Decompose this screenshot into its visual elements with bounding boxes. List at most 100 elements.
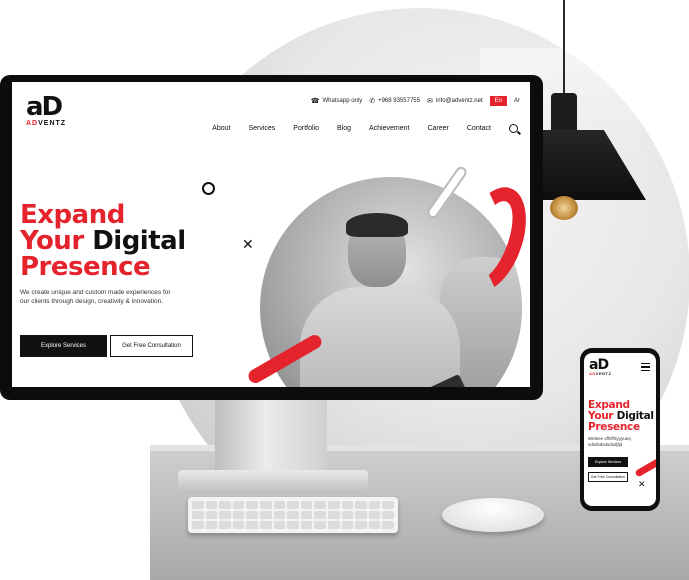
key xyxy=(355,501,367,509)
logo-wordmark: ADVENTZ xyxy=(26,120,66,127)
key xyxy=(368,521,381,529)
whatsapp-icon: ☎ xyxy=(310,98,320,105)
key xyxy=(341,501,354,509)
lamp-bulb xyxy=(550,196,578,220)
menu-icon[interactable] xyxy=(641,363,650,373)
headline-line3: Presence xyxy=(20,252,151,282)
key xyxy=(219,501,231,509)
nav-item-achievement[interactable]: Achievement xyxy=(369,125,409,132)
mobile-brand-logo[interactable]: aD ADVENTZ xyxy=(589,357,611,376)
mobile-hero-headline: Expand Your Digital Presence xyxy=(588,400,654,433)
key xyxy=(219,521,231,529)
key xyxy=(382,501,394,509)
contact-topbar: ☎ Whatsapp only ✆ +968 93557755 ✉ info@a… xyxy=(311,96,520,106)
mobile-logo-word-prefix: AD xyxy=(589,371,596,376)
person-hair xyxy=(346,213,408,237)
key xyxy=(368,511,381,519)
explore-services-button[interactable]: Explore Services xyxy=(20,335,107,357)
monitor-stand xyxy=(215,400,327,478)
nav-item-blog[interactable]: Blog xyxy=(337,125,351,132)
key xyxy=(192,521,204,529)
nav-item-services[interactable]: Services xyxy=(248,125,275,132)
whatsapp-link[interactable]: ☎ Whatsapp only xyxy=(311,97,362,105)
email-link[interactable]: ✉ info@adventz.net xyxy=(427,97,483,105)
lamp-cord xyxy=(563,0,565,95)
desktop-screen: aD ADVENTZ ☎ Whatsapp only ✆ +968 935577… xyxy=(12,82,530,387)
key xyxy=(232,511,245,519)
lang-en-button[interactable]: En xyxy=(489,96,507,106)
keyboard xyxy=(188,497,398,533)
key xyxy=(300,521,313,529)
mobile-logo-word-suffix: VENTZ xyxy=(595,371,612,376)
hero-person xyxy=(300,213,475,387)
mouse xyxy=(442,498,544,532)
mobile-logo-mark: aD xyxy=(589,357,609,373)
key xyxy=(219,511,231,519)
logo-word-suffix: VENTZ xyxy=(38,120,67,127)
key xyxy=(355,521,367,529)
free-consultation-button[interactable]: Get Free Consultation xyxy=(110,335,193,357)
lamp-neck xyxy=(551,93,577,133)
key xyxy=(273,521,286,529)
logo-mark: aD xyxy=(26,92,63,122)
key xyxy=(300,511,313,519)
main-nav: About Services Portfolio Blog Achievemen… xyxy=(212,124,518,133)
mobile-logo-wordmark: ADVENTZ xyxy=(589,371,611,376)
mobile-free-consultation-button[interactable]: Get Free Consultation xyxy=(588,472,628,482)
key xyxy=(273,511,286,519)
key xyxy=(341,521,354,529)
mobile-explore-services-button[interactable]: Explore Services xyxy=(588,457,628,467)
key xyxy=(246,511,258,519)
key xyxy=(328,511,340,519)
person-body xyxy=(300,287,460,387)
key xyxy=(232,501,245,509)
mobile-close-icon: ✕ xyxy=(638,480,646,490)
key xyxy=(273,501,286,509)
key xyxy=(205,501,218,509)
mail-icon: ✉ xyxy=(426,98,433,105)
decor-cross-icon: ✕ xyxy=(242,237,254,253)
lang-ar-button[interactable]: Ar xyxy=(514,98,520,104)
key xyxy=(246,501,258,509)
key xyxy=(260,511,272,519)
key xyxy=(287,511,299,519)
key xyxy=(314,511,326,519)
key xyxy=(192,511,204,519)
key xyxy=(382,511,394,519)
key xyxy=(192,501,204,509)
key xyxy=(260,501,272,509)
key xyxy=(355,511,367,519)
key xyxy=(300,501,313,509)
mobile-decor-red-pill xyxy=(634,455,656,478)
search-icon[interactable] xyxy=(509,124,518,133)
key xyxy=(260,521,272,529)
key xyxy=(205,521,218,529)
nav-item-career[interactable]: Career xyxy=(427,125,448,132)
nav-item-contact[interactable]: Contact xyxy=(467,125,491,132)
brand-logo[interactable]: aD ADVENTZ xyxy=(26,92,66,127)
key xyxy=(232,521,245,529)
phone-number: +968 93557755 xyxy=(378,98,420,104)
phone-icon: ✆ xyxy=(369,98,376,105)
key xyxy=(205,511,218,519)
mobile-headline-line3: Presence xyxy=(588,421,640,433)
hero-description: We create unique and custom made experie… xyxy=(20,289,171,305)
decor-ring xyxy=(202,182,215,195)
key xyxy=(328,501,340,509)
logo-word-prefix: AD xyxy=(26,120,39,127)
whatsapp-label: Whatsapp only xyxy=(322,98,363,104)
key xyxy=(368,501,381,509)
key xyxy=(246,521,258,529)
key xyxy=(287,521,299,529)
key xyxy=(341,511,354,519)
monitor-stand-base xyxy=(178,470,368,494)
nav-item-portfolio[interactable]: Portfolio xyxy=(293,125,319,132)
nav-item-about[interactable]: About xyxy=(212,125,230,132)
mobile-hero-description: Wetsee sffsffrtyyyueq sdsdsdsdsdsdjfjd xyxy=(588,436,631,447)
key xyxy=(314,521,326,529)
key xyxy=(328,521,340,529)
key xyxy=(314,501,326,509)
key xyxy=(382,521,394,529)
phone-link[interactable]: ✆ +968 93557755 xyxy=(369,97,420,105)
hero-headline: Expand Your Digital Presence xyxy=(20,202,186,280)
